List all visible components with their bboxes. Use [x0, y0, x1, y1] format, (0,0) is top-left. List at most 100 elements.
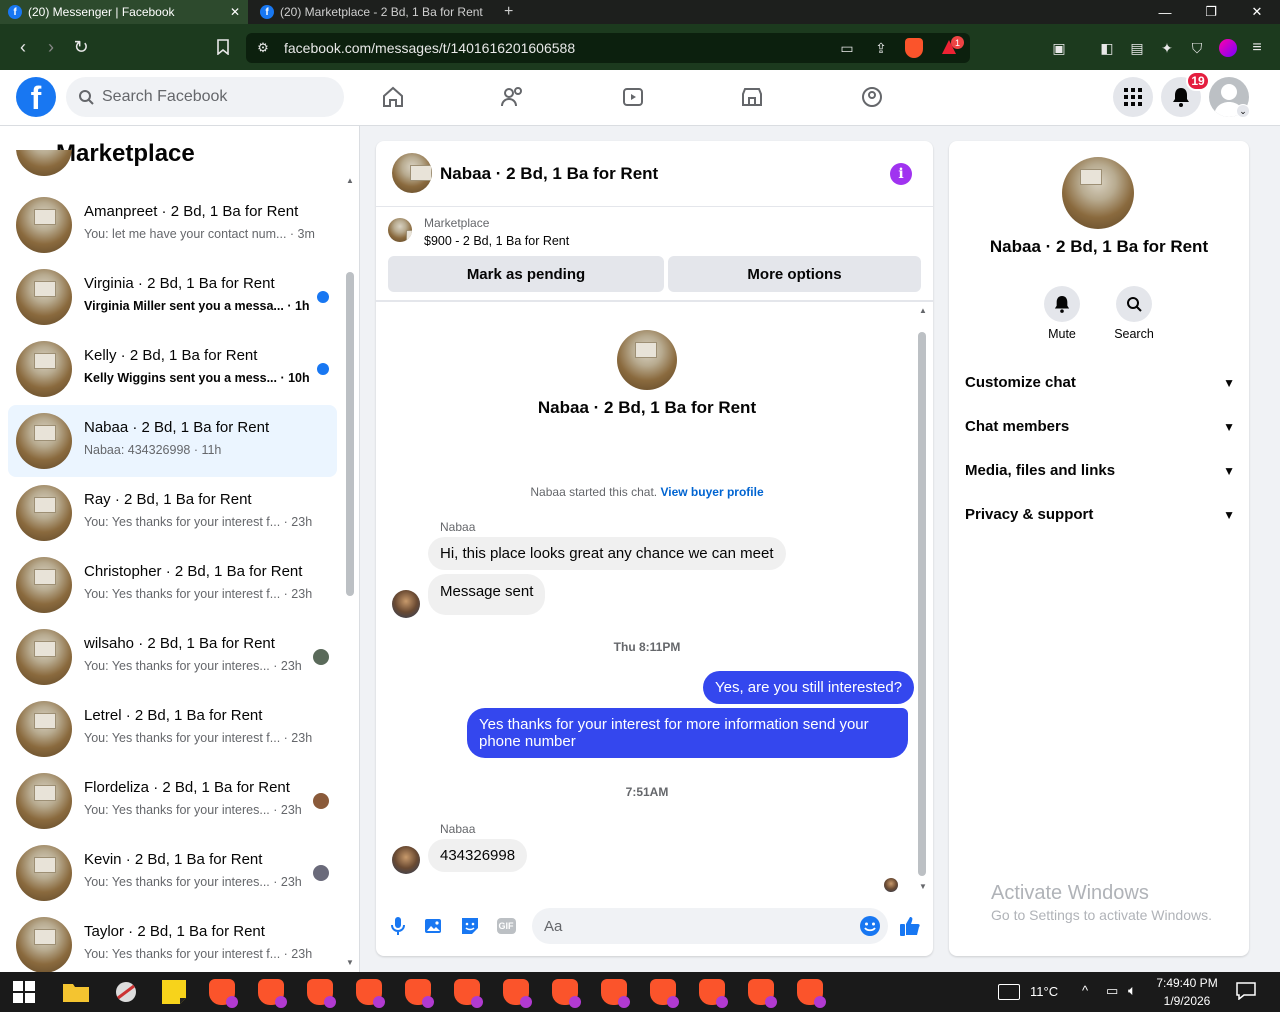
view-buyer-profile-link[interactable]: View buyer profile	[660, 485, 763, 499]
chat-title[interactable]: Nabaa · 2 Bd, 1 Ba for Rent	[440, 164, 658, 184]
notification-center-icon[interactable]	[1236, 982, 1256, 1000]
brave-browser-icon[interactable]	[302, 976, 338, 1008]
minimize-icon[interactable]: —	[1142, 0, 1188, 24]
list-item[interactable]: Ray · 2 Bd, 1 Ba for Rent You: Yes thank…	[8, 477, 337, 549]
snipping-tool-icon[interactable]	[108, 976, 144, 1008]
file-explorer-icon[interactable]	[58, 976, 94, 1008]
close-tab-icon[interactable]: ✕	[230, 5, 240, 19]
customize-chat-section[interactable]: Customize chat ▼	[965, 374, 1235, 391]
microphone-icon[interactable]	[386, 914, 410, 938]
emoji-icon[interactable]	[858, 914, 882, 938]
vpn-icon[interactable]: ⛉	[1184, 35, 1210, 61]
photo-icon[interactable]	[422, 914, 446, 938]
bookmark-icon[interactable]	[210, 34, 236, 60]
chat-members-section[interactable]: Chat members ▼	[965, 418, 1235, 435]
info-icon[interactable]: i	[890, 163, 912, 185]
wallet-icon[interactable]: ▤	[1124, 35, 1150, 61]
chat-avatar[interactable]	[392, 153, 432, 193]
cast-icon[interactable]: ▭	[834, 35, 860, 61]
brave-browser-icon[interactable]	[449, 976, 485, 1008]
outgoing-message[interactable]: Yes, are you still interested?	[703, 671, 915, 704]
brave-browser-icon[interactable]	[694, 976, 730, 1008]
list-item-active[interactable]: Nabaa · 2 Bd, 1 Ba for Rent Nabaa: 43432…	[8, 405, 337, 477]
restore-icon[interactable]: ❐	[1188, 0, 1234, 24]
brave-browser-icon[interactable]	[547, 976, 583, 1008]
share-icon[interactable]: ⇪	[868, 35, 894, 61]
temperature[interactable]: 11°C	[1030, 984, 1058, 999]
gif-icon[interactable]: GIF	[494, 914, 518, 938]
gaming-icon[interactable]	[852, 80, 892, 114]
list-item[interactable]: Kelly · 2 Bd, 1 Ba for Rent Kelly Wiggin…	[8, 333, 337, 405]
like-thumbs-up-icon[interactable]	[898, 914, 922, 938]
scroll-up-icon[interactable]: ▲	[346, 176, 354, 185]
friends-icon[interactable]	[493, 80, 533, 114]
list-item[interactable]: Taylor · 2 Bd, 1 Ba for Rent You: Yes th…	[8, 909, 337, 981]
brave-browser-icon[interactable]	[645, 976, 681, 1008]
brave-browser-icon[interactable]	[498, 976, 534, 1008]
sender-avatar[interactable]	[392, 590, 420, 618]
brave-browser-icon[interactable]	[743, 976, 779, 1008]
message-input[interactable]	[532, 908, 888, 944]
list-item[interactable]: Kevin · 2 Bd, 1 Ba for Rent You: Yes tha…	[8, 837, 337, 909]
listing-thumbnail[interactable]	[388, 218, 412, 242]
more-options-button[interactable]: More options	[668, 256, 921, 292]
volume-icon[interactable]: 🔈︎	[1128, 982, 1136, 999]
incoming-message[interactable]: 434326998	[428, 839, 528, 872]
scroll-up-icon[interactable]: ▲	[919, 306, 927, 315]
incoming-message[interactable]: Message sent	[428, 574, 546, 615]
forward-icon[interactable]: ›	[38, 34, 64, 60]
brave-browser-icon[interactable]	[792, 976, 828, 1008]
conversation-scrollbar[interactable]	[346, 272, 354, 596]
incoming-message[interactable]: Hi, this place looks great any chance we…	[428, 537, 786, 570]
sticky-notes-icon[interactable]	[156, 976, 192, 1008]
brave-shields-icon[interactable]	[905, 38, 923, 58]
apps-menu-icon[interactable]	[1113, 77, 1153, 117]
leo-ai-icon[interactable]: ✦	[1154, 35, 1180, 61]
home-icon[interactable]	[373, 80, 413, 114]
network-icon[interactable]: ▭	[1106, 983, 1118, 999]
facebook-logo-icon[interactable]: f	[16, 77, 56, 117]
outgoing-message[interactable]: Yes thanks for your interest for more in…	[467, 708, 908, 758]
mark-as-pending-button[interactable]: Mark as pending	[388, 256, 664, 292]
brave-browser-icon[interactable]	[351, 976, 387, 1008]
list-item[interactable]: Amanpreet · 2 Bd, 1 Ba for Rent You: let…	[8, 189, 337, 261]
account-chevron-icon[interactable]: ⌄	[1236, 104, 1250, 118]
list-item[interactable]: Letrel · 2 Bd, 1 Ba for Rent You: Yes th…	[8, 693, 337, 765]
brave-browser-icon[interactable]	[596, 976, 632, 1008]
list-item[interactable]: Flordeliza · 2 Bd, 1 Ba for Rent You: Ye…	[8, 765, 337, 837]
message-scrollbar[interactable]	[918, 332, 926, 876]
clock-time[interactable]: 7:49:40 PM	[1156, 976, 1218, 990]
site-settings-icon[interactable]: ⚙	[250, 35, 276, 61]
clock-date[interactable]: 1/9/2026	[1156, 994, 1218, 1008]
window-close-icon[interactable]: ✕	[1234, 0, 1280, 24]
sidebar-icon[interactable]: ◧	[1094, 35, 1120, 61]
video-icon[interactable]	[613, 80, 653, 114]
url-text[interactable]: facebook.com/messages/t/1401616201606588	[284, 40, 575, 56]
scroll-down-icon[interactable]: ▼	[346, 958, 354, 967]
list-item[interactable]: Christopher · 2 Bd, 1 Ba for Rent You: Y…	[8, 549, 337, 621]
scroll-down-icon[interactable]: ▼	[919, 882, 927, 891]
mute-bell-icon[interactable]	[1044, 286, 1080, 322]
menu-icon[interactable]: ≡	[1244, 35, 1270, 61]
reader-mode-icon[interactable]: ▣	[1046, 35, 1072, 61]
listing-price[interactable]: $900 - 2 Bd, 1 Ba for Rent	[424, 234, 569, 248]
profile-icon[interactable]	[1219, 39, 1237, 57]
back-icon[interactable]: ‹	[10, 34, 36, 60]
list-item[interactable]: wilsaho · 2 Bd, 1 Ba for Rent You: Yes t…	[8, 621, 337, 693]
sender-avatar[interactable]	[392, 846, 420, 874]
sticker-icon[interactable]	[458, 914, 482, 938]
list-item[interactable]: Virginia · 2 Bd, 1 Ba for Rent Virginia …	[8, 261, 337, 333]
reload-icon[interactable]: ↻	[68, 34, 94, 60]
tray-chevron-up-icon[interactable]: ^	[1082, 983, 1088, 998]
weather-icon[interactable]	[998, 984, 1020, 1000]
marketplace-icon[interactable]	[732, 80, 772, 114]
brave-browser-icon[interactable]	[253, 976, 289, 1008]
search-in-chat-icon[interactable]	[1116, 286, 1152, 322]
media-files-links-section[interactable]: Media, files and links ▼	[965, 462, 1235, 479]
new-tab-button[interactable]: +	[504, 0, 513, 24]
brave-browser-icon[interactable]	[204, 976, 240, 1008]
tab-marketplace[interactable]: f (20) Marketplace - 2 Bd, 1 Ba for Rent	[252, 0, 496, 24]
brave-browser-icon[interactable]	[400, 976, 436, 1008]
windows-start-icon[interactable]	[6, 976, 42, 1008]
privacy-support-section[interactable]: Privacy & support ▼	[965, 506, 1235, 523]
